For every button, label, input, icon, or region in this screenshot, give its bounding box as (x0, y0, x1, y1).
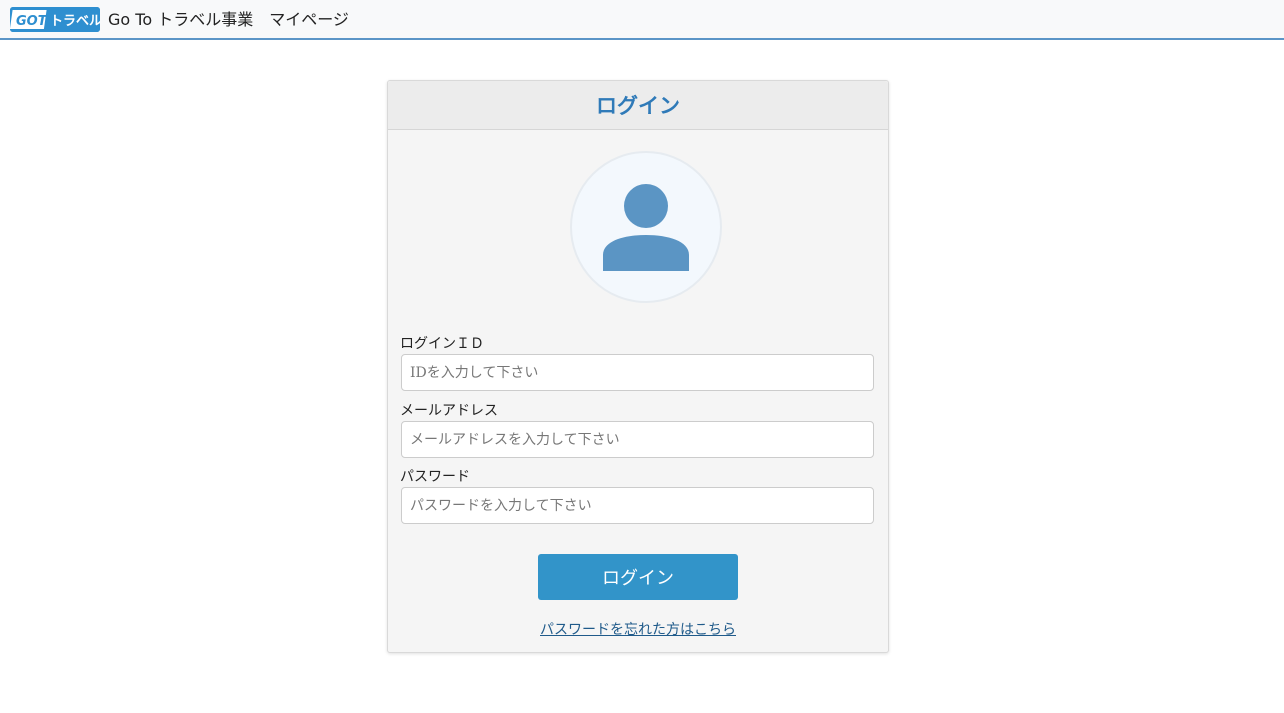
login-button[interactable]: ログイン (538, 554, 738, 600)
login-card: ログイン ログインＩＤ メールアドレス パスワード ログイン パスワードを忘れた… (387, 80, 889, 653)
site-title: Go To トラベル事業 マイページ (108, 10, 349, 29)
password-label: パスワード (400, 469, 470, 485)
avatar (570, 151, 722, 303)
login-card-header: ログイン (388, 81, 888, 130)
password-input[interactable] (401, 487, 874, 524)
forgot-password-link[interactable]: パスワードを忘れた方はこちら (540, 622, 736, 638)
user-icon (603, 184, 689, 271)
svg-text:トラベル: トラベル (50, 14, 100, 29)
email-input[interactable] (401, 421, 874, 458)
goto-travel-logo-image: GOTO トラベル (10, 7, 100, 32)
login-id-label: ログインＩＤ (400, 336, 484, 352)
top-header: GOTO トラベル Go To トラベル事業 マイページ (0, 0, 1284, 40)
login-title: ログイン (596, 94, 680, 118)
email-label: メールアドレス (400, 403, 498, 419)
login-id-input[interactable] (401, 354, 874, 391)
goto-travel-logo[interactable]: GOTO トラベル (10, 7, 100, 32)
forgot-password-container: パスワードを忘れた方はこちら (388, 621, 888, 639)
